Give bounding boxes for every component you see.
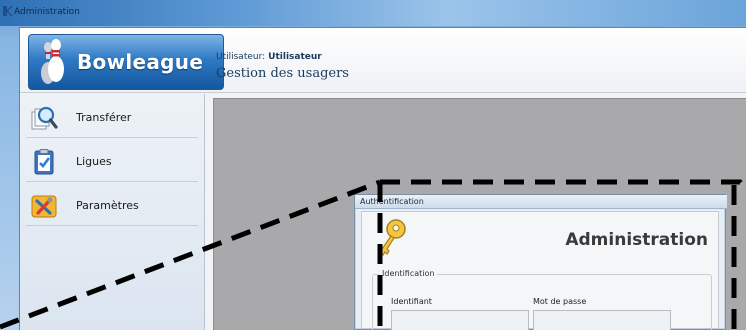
sidebar-item-transferer[interactable]: Transférer bbox=[26, 98, 198, 138]
current-user: Utilisateur: Utilisateur bbox=[216, 52, 322, 62]
username-field[interactable] bbox=[391, 310, 529, 330]
username-label: Identifiant bbox=[391, 297, 432, 306]
sidebar-item-ligues[interactable]: Ligues bbox=[26, 142, 198, 182]
sidebar: Transférer Ligues Paramètres bbox=[20, 94, 205, 330]
dialog-title: Authentification bbox=[360, 197, 424, 206]
bowling-pin-icon bbox=[41, 39, 64, 84]
key-icon bbox=[379, 219, 406, 256]
sidebar-item-label: Ligues bbox=[76, 155, 112, 168]
group-label: Identification bbox=[379, 269, 438, 278]
sidebar-item-parametres[interactable]: Paramètres bbox=[26, 186, 198, 226]
app-icon bbox=[3, 6, 13, 16]
dialog-titlebar[interactable]: Authentification bbox=[355, 195, 727, 209]
tools-icon bbox=[31, 195, 57, 218]
dialog-heading: Administration bbox=[565, 230, 708, 250]
app-logo: Bowleague bbox=[28, 34, 224, 90]
app-header: Bowleague Utilisateur: Utilisateur Gestio… bbox=[20, 28, 746, 93]
logo-text: Bowleague bbox=[77, 50, 204, 74]
identification-group: Identification Identifiant Mot de passe bbox=[372, 269, 712, 330]
authentication-dialog: Authentification Administration Identifi… bbox=[354, 194, 727, 330]
dialog-body: Administration Identification Identifian… bbox=[361, 211, 719, 330]
magnifier-document-icon bbox=[31, 106, 58, 130]
password-field[interactable] bbox=[533, 310, 671, 330]
checklist-icon bbox=[34, 149, 54, 175]
window-title: Administration bbox=[14, 7, 80, 17]
user-label: Utilisateur: bbox=[216, 52, 266, 62]
sidebar-item-label: Paramètres bbox=[76, 199, 139, 212]
page-title: Gestion des usagers bbox=[216, 66, 349, 81]
window-titlebar[interactable]: Administration bbox=[0, 0, 746, 26]
user-value: Utilisateur bbox=[268, 52, 322, 62]
password-label: Mot de passe bbox=[533, 297, 587, 306]
application-window: Administration Bowleague Utilisateur: Ut… bbox=[0, 0, 746, 330]
sidebar-item-label: Transférer bbox=[76, 111, 132, 124]
